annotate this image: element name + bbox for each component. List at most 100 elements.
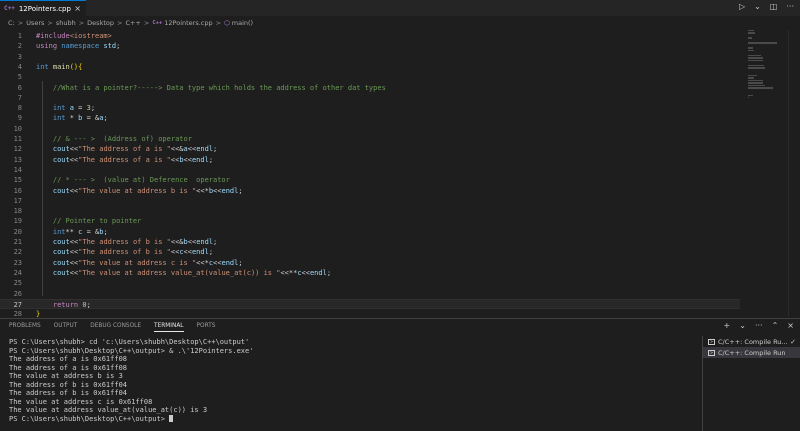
- code-text: cout<<"The value at address b is "<<*b<<…: [36, 186, 243, 196]
- code-token: <<: [183, 155, 192, 164]
- code-line[interactable]: 8 int a = 3;: [0, 103, 740, 113]
- code-token: **: [65, 227, 79, 236]
- code-token: }: [36, 310, 41, 319]
- code-token: <<**: [280, 268, 298, 277]
- code-line[interactable]: 23 cout<<"The value at address c is "<<*…: [0, 258, 740, 268]
- function-symbol-icon: ⬡: [224, 18, 230, 27]
- tab-12pointers[interactable]: C++ 12Pointers.cpp ×: [0, 0, 86, 16]
- code-token: cout: [36, 145, 70, 154]
- code-line[interactable]: 6 //What is a pointer?-----> Data type w…: [0, 83, 740, 93]
- chevron-down-icon[interactable]: ⌄: [754, 2, 761, 11]
- line-number: 25: [13, 279, 22, 288]
- terminal-output[interactable]: PS C:\Users\shubh> cd 'c:\Users\shubh\De…: [9, 338, 699, 423]
- close-icon[interactable]: ×: [787, 321, 794, 330]
- code-line[interactable]: 4 int main(){: [0, 62, 740, 72]
- code-text: // * --- > (value at) Deference operator: [36, 175, 230, 185]
- breadcrumb-item-drive[interactable]: C:: [8, 19, 15, 27]
- code-token: *: [69, 114, 79, 123]
- code-line[interactable]: 22 cout<<"The address of b is "<<c<<endl…: [0, 247, 740, 257]
- code-token: cout: [36, 238, 70, 246]
- code-line[interactable]: 17: [0, 196, 740, 206]
- code-line[interactable]: 25: [0, 278, 740, 288]
- code-token: endl: [221, 186, 239, 195]
- code-text: #include<iostream>: [36, 31, 112, 41]
- breadcrumb-item-file[interactable]: 12Pointers.cpp: [164, 19, 212, 27]
- line-number: 8: [17, 104, 22, 113]
- code-line[interactable]: 14: [0, 165, 740, 175]
- minimap-line: [748, 57, 764, 59]
- line-number: 3: [17, 52, 22, 61]
- code-line[interactable]: 27 return 0;: [0, 298, 740, 310]
- breadcrumb-item-users[interactable]: Users: [26, 19, 44, 27]
- code-line[interactable]: 13 cout<<"The address of a is "<<b<<endl…: [0, 155, 740, 165]
- code-line[interactable]: 18: [0, 206, 740, 216]
- code-line[interactable]: 2 using namespace std;: [0, 41, 740, 51]
- minimap-line: [748, 84, 766, 87]
- code-token: return: [36, 300, 83, 309]
- code-token: <<&: [170, 238, 184, 246]
- breadcrumb-item-desktop[interactable]: Desktop: [87, 19, 114, 27]
- code-line[interactable]: 3: [0, 52, 740, 62]
- terminal-instance-1[interactable]: > C/C++: Compile Ru... ✓: [703, 336, 800, 347]
- code-line[interactable]: 21 cout<<"The address of b is "<<&b<<end…: [0, 237, 740, 247]
- code-token: int: [36, 114, 70, 123]
- code-editor[interactable]: 1 #include<iostream> 2 using namespace std;…: [0, 30, 800, 319]
- new-terminal-icon[interactable]: +: [724, 321, 731, 330]
- code-token: ;: [208, 248, 214, 257]
- code-token: ;: [213, 145, 218, 154]
- code-token: endl: [191, 155, 209, 164]
- code-line[interactable]: 26: [0, 289, 740, 299]
- chevron-down-icon[interactable]: ⌄: [739, 321, 746, 330]
- code-line[interactable]: 11 // & --- > (Address of) operator: [0, 134, 740, 144]
- code-line[interactable]: 16 cout<<"The value at address b is "<<*…: [0, 186, 740, 196]
- code-token: "The address of a is ": [78, 155, 171, 164]
- code-text: int** c = &b;: [36, 227, 108, 237]
- breadcrumb-item-cpp-folder[interactable]: C++: [125, 19, 140, 27]
- code-line[interactable]: 12 cout<<"The address of a is "<<&a<<end…: [0, 144, 740, 154]
- minimap[interactable]: [748, 30, 778, 99]
- chevron-right-icon: >: [143, 18, 150, 27]
- code-line[interactable]: 15 // * --- > (value at) Deference opera…: [0, 175, 740, 185]
- run-icon[interactable]: ▷: [739, 2, 745, 11]
- code-line[interactable]: 24 cout<<"The value at address value_at(…: [0, 268, 740, 278]
- line-number: 11: [13, 135, 22, 143]
- tab-ports[interactable]: PORTS: [197, 323, 216, 332]
- split-editor-icon[interactable]: ◫: [770, 2, 778, 11]
- code-line[interactable]: 1 #include<iostream>: [0, 31, 740, 41]
- code-line[interactable]: 19 // Pointer to pointer: [0, 216, 740, 226]
- minimap-line: [748, 54, 761, 57]
- minimap-line: [748, 30, 755, 32]
- tab-label: 12Pointers.cpp: [18, 4, 71, 13]
- code-token: ;: [103, 227, 108, 236]
- code-token: "The address of b is ": [78, 248, 171, 257]
- tab-debug-console[interactable]: DEBUG CONSOLE: [90, 323, 141, 332]
- code-token: // * --- > (value at) Deference operator: [36, 176, 230, 185]
- code-line[interactable]: 5: [0, 72, 740, 82]
- code-token: <<: [301, 268, 310, 277]
- code-token: // & --- > (Address of) operator: [36, 135, 192, 143]
- line-number: 21: [13, 238, 22, 246]
- terminal-prompt-line[interactable]: PS C:\Users\shubh\Desktop\C++\output>: [9, 414, 699, 424]
- code-line[interactable]: 7: [0, 93, 740, 103]
- editor-scrollbar[interactable]: [788, 30, 800, 317]
- code-token: <<: [69, 268, 79, 277]
- line-number: 17: [13, 196, 22, 205]
- more-actions-icon[interactable]: ···: [755, 321, 763, 330]
- more-actions-icon[interactable]: ···: [786, 2, 794, 11]
- code-token: "The address of a is ": [78, 145, 171, 154]
- code-line[interactable]: 9 int * b = &a;: [0, 113, 740, 123]
- tab-problems[interactable]: PROBLEMS: [9, 323, 41, 332]
- terminal-instance-2[interactable]: > C/C++: Compile Run: [703, 347, 800, 358]
- line-number: 6: [17, 83, 22, 92]
- tab-output[interactable]: OUTPUT: [54, 323, 78, 332]
- code-line[interactable]: 10: [0, 124, 740, 134]
- close-icon[interactable]: ×: [74, 4, 81, 13]
- code-text: int main(){: [36, 62, 82, 72]
- code-token: = &: [82, 227, 100, 236]
- tab-terminal[interactable]: TERMINAL: [154, 323, 184, 332]
- maximize-panel-icon[interactable]: ⌃: [772, 321, 779, 330]
- code-line[interactable]: 20 int** c = &b;: [0, 227, 740, 237]
- breadcrumb-item-function[interactable]: main(): [232, 19, 253, 27]
- breadcrumb-item-shubh[interactable]: shubh: [56, 19, 76, 27]
- minimap-line: [748, 59, 763, 62]
